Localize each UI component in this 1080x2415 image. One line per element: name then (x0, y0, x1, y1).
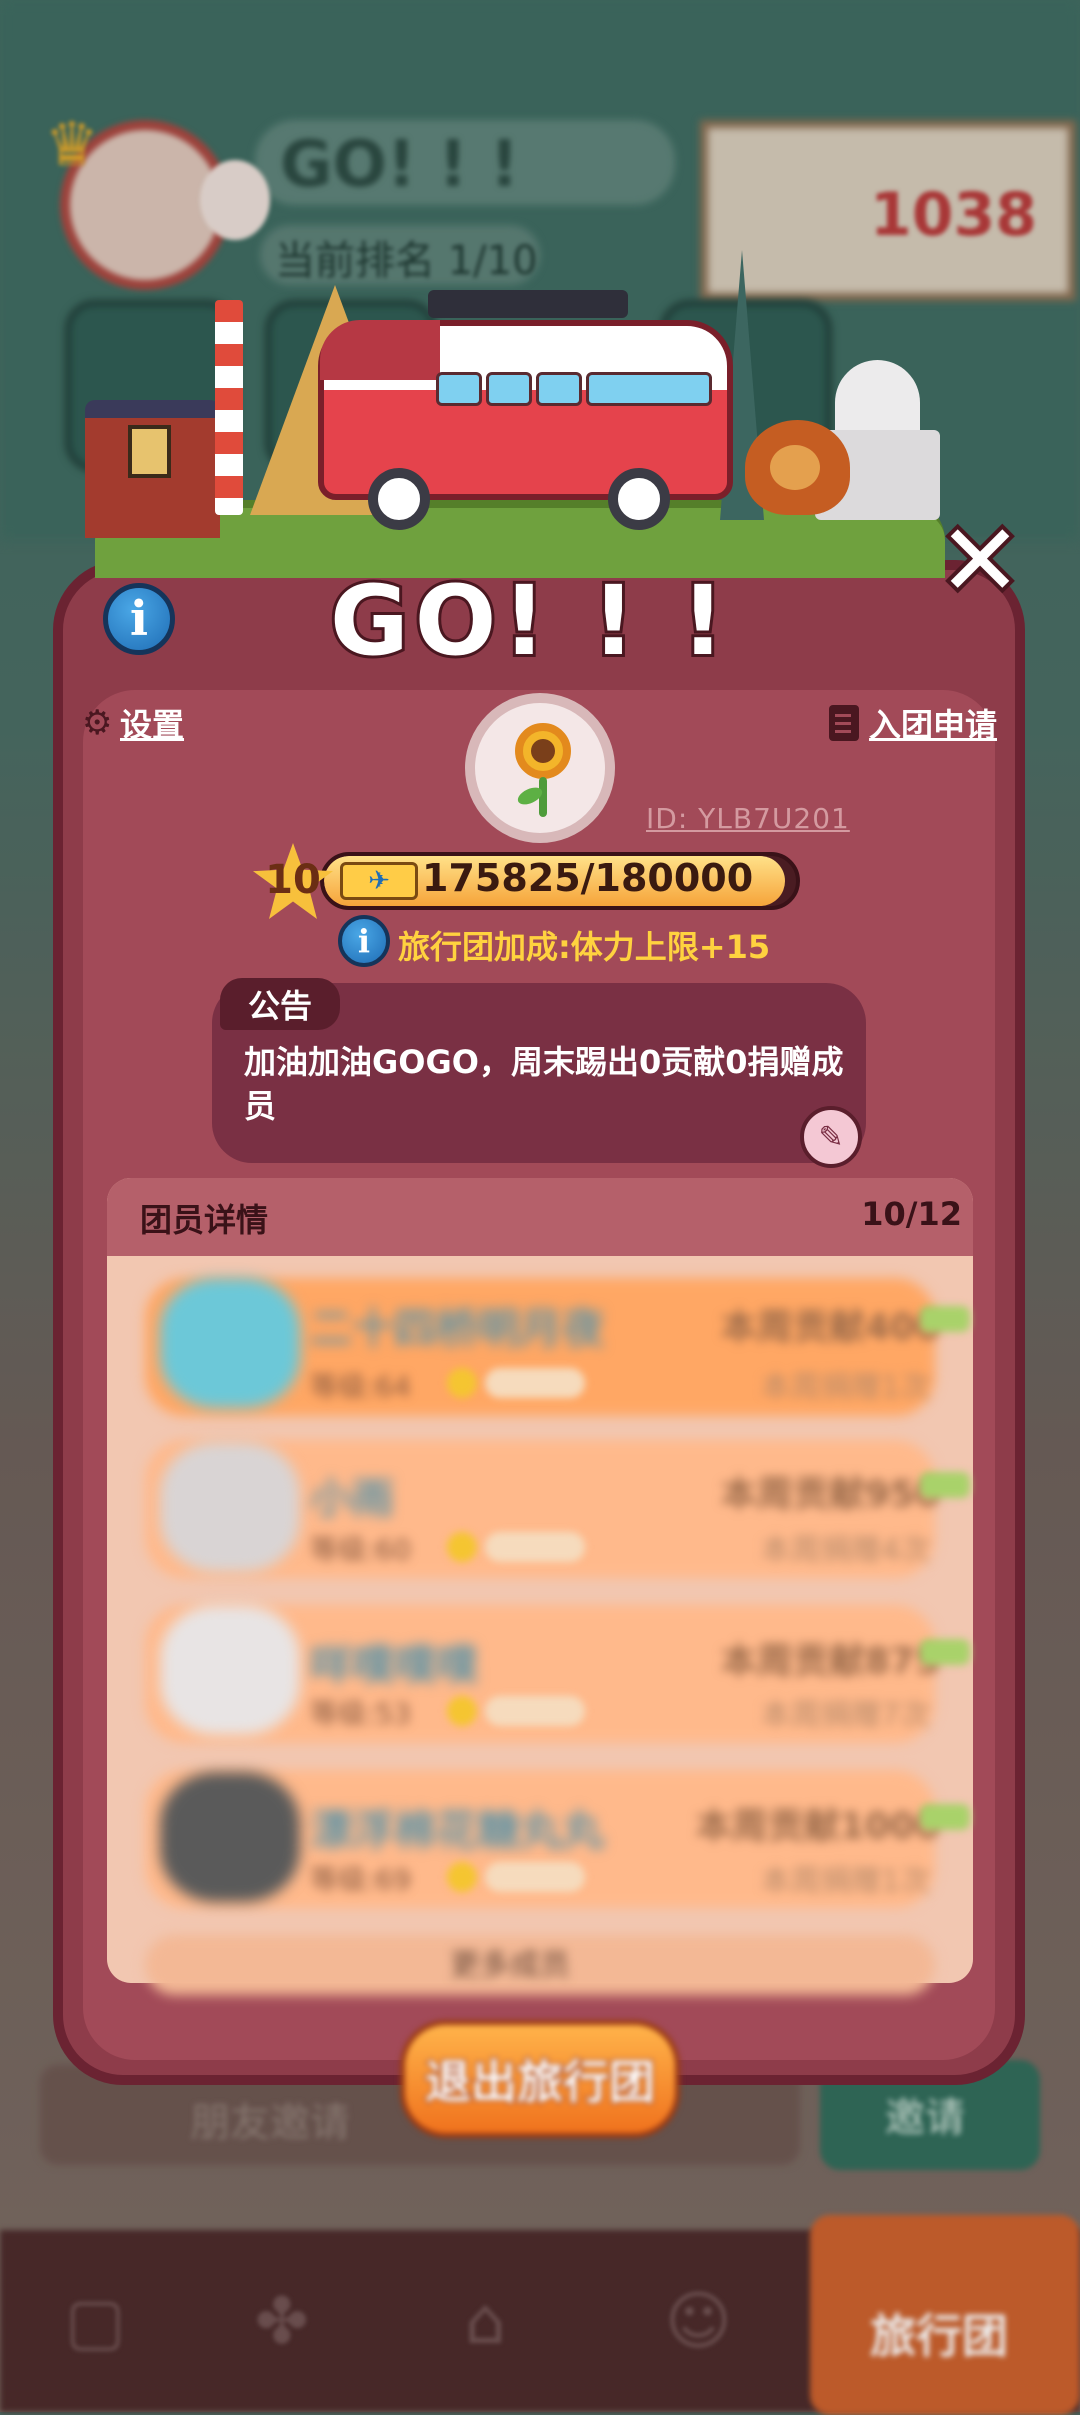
bus-illustration (318, 290, 733, 530)
members-count: 10/12 (861, 1195, 962, 1233)
lion-face (770, 445, 820, 490)
notice-title: 公告 (220, 978, 340, 1030)
member-donation: 本周捐赠1次 (760, 1864, 930, 1899)
ticket-badge-icon (920, 1472, 970, 1498)
gear-icon: ⚙ (82, 703, 113, 743)
team-name-title: GO! ! ! (327, 562, 731, 680)
leave-team-label: 退出旅行团 (424, 2054, 657, 2111)
member-name: 咩噗噗噗 (310, 1641, 479, 1690)
member-contribution: 本周贡献875 (720, 1641, 940, 1682)
member-score-pill (485, 1532, 585, 1562)
ticket-badge-icon (920, 1639, 970, 1665)
bus-window (486, 372, 532, 406)
member-contribution: 本周贡献400 (720, 1307, 940, 1348)
member-score-pill (485, 1368, 585, 1398)
team-exp-text: 175825/180000 (422, 856, 754, 900)
more-members-text: 更多成员 (450, 1948, 570, 1983)
join-requests-label: 入团申请 (868, 706, 997, 744)
ticket-badge-icon (920, 1804, 970, 1830)
member-donation: 本周捐赠4次 (760, 1533, 930, 1568)
leave-team-button[interactable]: 退出旅行团 (400, 2020, 680, 2138)
member-avatar (160, 1278, 300, 1408)
coin-icon (447, 1532, 477, 1562)
member-score-pill (485, 1862, 585, 1892)
member-name: 漂浮棉花糖丸丸 (310, 1806, 605, 1855)
settings-link[interactable]: ⚙ 设置 (82, 700, 184, 746)
bus-wheel (368, 468, 430, 530)
bus-roof-rack (428, 290, 628, 318)
member-avatar (160, 1442, 300, 1572)
coin-icon (447, 1368, 477, 1398)
plane-ticket-icon: ✈ (340, 862, 418, 900)
member-name: 小雨 (310, 1474, 395, 1523)
member-donation: 本周捐赠1次 (760, 1370, 930, 1405)
bonus-info-icon[interactable]: i (338, 915, 390, 967)
member-contribution: 本周贡献950 (720, 1474, 940, 1515)
coin-icon (447, 1862, 477, 1892)
settings-label: 设置 (120, 706, 185, 744)
bus-window (436, 372, 482, 406)
bus-window (586, 372, 712, 406)
tokyo-tower-illustration (215, 300, 243, 515)
bus-roof (320, 320, 440, 380)
member-level: 等级:64 (310, 1370, 412, 1403)
member-level: 等级:53 (310, 1697, 412, 1730)
bus-window (536, 372, 582, 406)
team-id[interactable]: ID: YLB7U201 (646, 802, 850, 835)
member-avatar (160, 1772, 300, 1902)
pagoda-sign (128, 425, 171, 478)
member-name: 二十四桥明月夜 (310, 1304, 605, 1353)
ticket-badge-icon (920, 1306, 970, 1332)
member-avatar (160, 1605, 300, 1735)
team-emblem[interactable] (465, 693, 615, 843)
member-level: 等级:69 (310, 1863, 412, 1896)
close-button[interactable]: ✕ (925, 498, 1035, 623)
notice-text: 加油加油GOGO，周末踢出0贡献0捐赠成员 (244, 1043, 844, 1125)
member-donation: 本周捐赠7次 (760, 1698, 930, 1733)
member-contribution: 本周贡献1000 (695, 1806, 940, 1847)
members-title: 团员详情 (140, 1201, 269, 1239)
document-icon (828, 705, 859, 741)
sunflower-core (531, 739, 555, 763)
member-level: 等级:60 (310, 1533, 412, 1566)
bus-wheel (608, 468, 670, 530)
team-level: 10 (265, 857, 321, 903)
member-score-pill (485, 1696, 585, 1726)
coin-icon (447, 1696, 477, 1726)
edit-notice-button[interactable]: ✎ (800, 1106, 862, 1168)
team-bonus-text: 旅行团加成:体力上限+15 (398, 928, 771, 966)
team-info-button[interactable]: i (103, 583, 175, 655)
join-requests-link[interactable]: 入团申请 (828, 700, 997, 746)
